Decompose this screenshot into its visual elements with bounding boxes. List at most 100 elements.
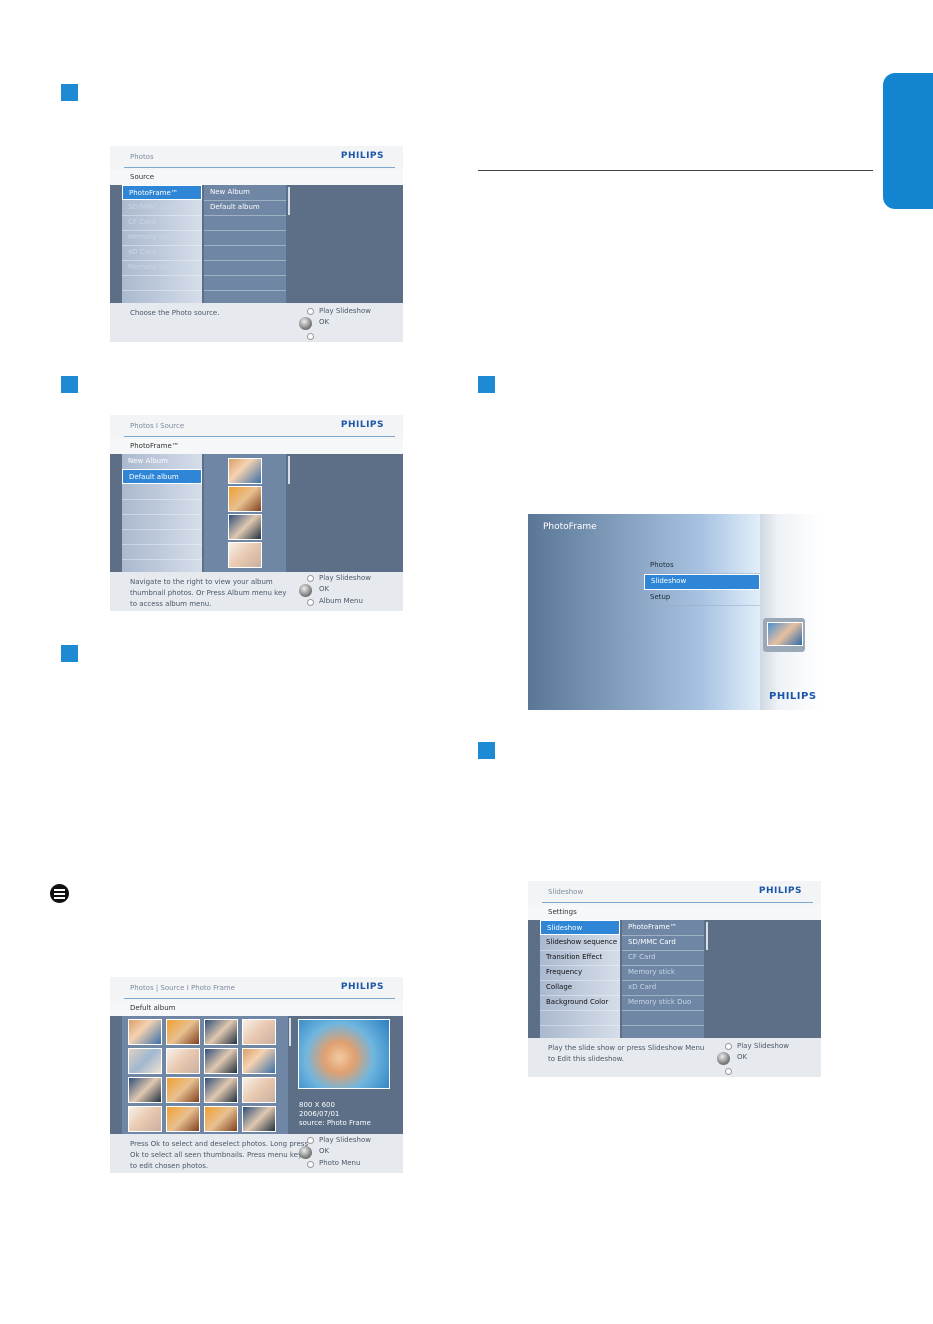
photo-thumbnail[interactable] (228, 486, 262, 512)
screen-main-menu: PhotoFrame Photos Slideshow Setup PHILIP… (528, 514, 821, 710)
play-slideshow-label: Play Slideshow (319, 307, 371, 315)
album-item-new[interactable]: New Album (204, 185, 286, 201)
subheader-label: PhotoFrame™ (130, 442, 179, 450)
footer-message: Choose the Photo source. (130, 309, 220, 317)
photo-thumbnail[interactable] (228, 514, 262, 540)
breadcrumb: Photos | Source I Photo Frame (130, 984, 235, 992)
scrollbar[interactable] (706, 922, 708, 950)
photo-thumbnail[interactable] (204, 1077, 238, 1103)
breadcrumb: Photos (130, 153, 154, 161)
ok-label: OK (319, 1147, 330, 1155)
photo-thumbnail[interactable] (228, 458, 262, 484)
photo-thumbnail[interactable] (166, 1019, 200, 1045)
scrollbar[interactable] (288, 187, 290, 215)
source-item-cf[interactable]: CF Card (622, 950, 704, 966)
brand-logo: PHILIPS (758, 886, 802, 896)
language-tab (883, 73, 933, 209)
source-list: PhotoFrame™ SD/MMC Card CF Card Memory s… (622, 920, 704, 1038)
album-item-default[interactable]: Default album (204, 200, 286, 216)
source-item-xd[interactable]: xD Card (622, 980, 704, 996)
play-slideshow-label: Play Slideshow (319, 574, 371, 582)
source-item-xd[interactable]: xD Card (122, 245, 202, 261)
thumbnail-column (204, 454, 286, 572)
scrollbar[interactable] (289, 1018, 291, 1046)
photo-thumbnail[interactable] (242, 1106, 276, 1132)
subheader: Source (110, 170, 403, 185)
footer-message: Navigate to the right to view your album… (130, 578, 287, 608)
album-item-default[interactable]: Default album (122, 469, 202, 484)
play-slideshow-label: Play Slideshow (319, 1136, 371, 1144)
settings-item-collage[interactable]: Collage (540, 980, 620, 996)
photo-thumbnail[interactable] (128, 1048, 162, 1074)
album-item-new[interactable]: New Album (122, 454, 202, 470)
settings-list: Slideshow Slideshow sequence Transition … (540, 920, 620, 1038)
source-item-sdmmc[interactable]: SD/MMC Card (622, 935, 704, 951)
photo-thumbnail[interactable] (166, 1077, 200, 1103)
ok-label: OK (319, 318, 330, 326)
breadcrumb: Photos I Source (130, 422, 185, 430)
photo-info: 800 X 600 2006/07/01 source: Photo Frame (299, 1101, 371, 1128)
scrollbar[interactable] (288, 456, 290, 484)
photo-thumbnail[interactable] (242, 1048, 276, 1074)
ok-button-icon (717, 1052, 730, 1065)
photo-thumbnail[interactable] (242, 1077, 276, 1103)
subheader-label: Defult album (130, 1004, 176, 1012)
step-marker-2 (61, 376, 78, 393)
screen-footer: Navigate to the right to view your album… (110, 572, 403, 611)
photo-thumbnail[interactable] (128, 1106, 162, 1132)
source-item-cf[interactable]: CF Card (122, 215, 202, 231)
subheader: Defult album (110, 1001, 403, 1016)
screen-footer: Press Ok to select and deselect photos. … (110, 1134, 403, 1173)
source-item-memory-stick-duo[interactable]: Memory Stick Duo (122, 260, 202, 276)
source-item-photoframe[interactable]: PhotoFrame™ (122, 185, 202, 200)
source-item-memory-stick[interactable]: Memory stick (622, 965, 704, 981)
play-slideshow-label: Play Slideshow (737, 1042, 789, 1050)
brand-logo: PHILIPS (340, 982, 384, 992)
photo-resolution: 800 X 600 (299, 1101, 335, 1109)
photo-thumbnail[interactable] (128, 1019, 162, 1045)
settings-item-frequency[interactable]: Frequency (540, 965, 620, 981)
photo-thumbnail[interactable] (166, 1106, 200, 1132)
ok-button-icon (299, 584, 312, 597)
photo-thumbnail[interactable] (242, 1019, 276, 1045)
main-menu-title: PhotoFrame (543, 522, 597, 532)
settings-item-background-color[interactable]: Background Color (540, 995, 620, 1011)
menu-item-setup[interactable]: Setup (644, 590, 760, 606)
settings-item-sequence[interactable]: Slideshow sequence (540, 935, 620, 951)
menu-item-photos[interactable]: Photos (644, 558, 760, 574)
photo-thumbnail[interactable] (204, 1048, 238, 1074)
ok-label: OK (737, 1053, 748, 1061)
photo-preview (298, 1019, 390, 1089)
photo-source: source: Photo Frame (299, 1119, 371, 1127)
source-item-memory-stick-duo[interactable]: Memory stick Duo (622, 995, 704, 1011)
source-item-photoframe[interactable]: PhotoFrame™ (622, 920, 704, 936)
slideshow-icon (763, 618, 805, 652)
source-item-memory-stick[interactable]: Memory Stick (122, 230, 202, 246)
screen-photo-grid: Photos | Source I Photo Frame PHILIPS De… (110, 977, 403, 1173)
settings-item-slideshow[interactable]: Slideshow (540, 920, 620, 935)
ok-button-icon (299, 317, 312, 330)
photo-thumbnail[interactable] (204, 1019, 238, 1045)
photo-thumbnail[interactable] (228, 542, 262, 568)
thumbnail-grid (122, 1016, 288, 1134)
breadcrumb: Slideshow (548, 888, 584, 896)
step-marker-4 (478, 376, 495, 393)
note-icon (50, 884, 69, 903)
source-item-sdmmc[interactable]: SD/MMC card (122, 200, 202, 216)
step-marker-3 (61, 645, 78, 662)
album-list: New Album Default album (122, 454, 202, 572)
photo-thumbnail[interactable] (128, 1077, 162, 1103)
screen-footer: Play the slide show or press Slideshow M… (528, 1038, 821, 1077)
menu-item-slideshow[interactable]: Slideshow (644, 574, 760, 590)
footer-message: Press Ok to select and deselect photos. … (130, 1140, 309, 1170)
brand-logo: PHILIPS (769, 691, 817, 702)
photo-thumbnail[interactable] (166, 1048, 200, 1074)
screen-header: Photos I Source PHILIPS (110, 415, 403, 439)
footer-message: Play the slide show or press Slideshow M… (548, 1044, 705, 1063)
photo-thumbnail[interactable] (204, 1106, 238, 1132)
settings-item-transition[interactable]: Transition Effect (540, 950, 620, 966)
screen-photo-source: Photos PHILIPS Source PhotoFrame™ SD/MMC… (110, 146, 403, 342)
brand-logo: PHILIPS (340, 420, 384, 430)
subheader: Settings (528, 905, 821, 920)
subheader-label: Settings (548, 908, 577, 916)
